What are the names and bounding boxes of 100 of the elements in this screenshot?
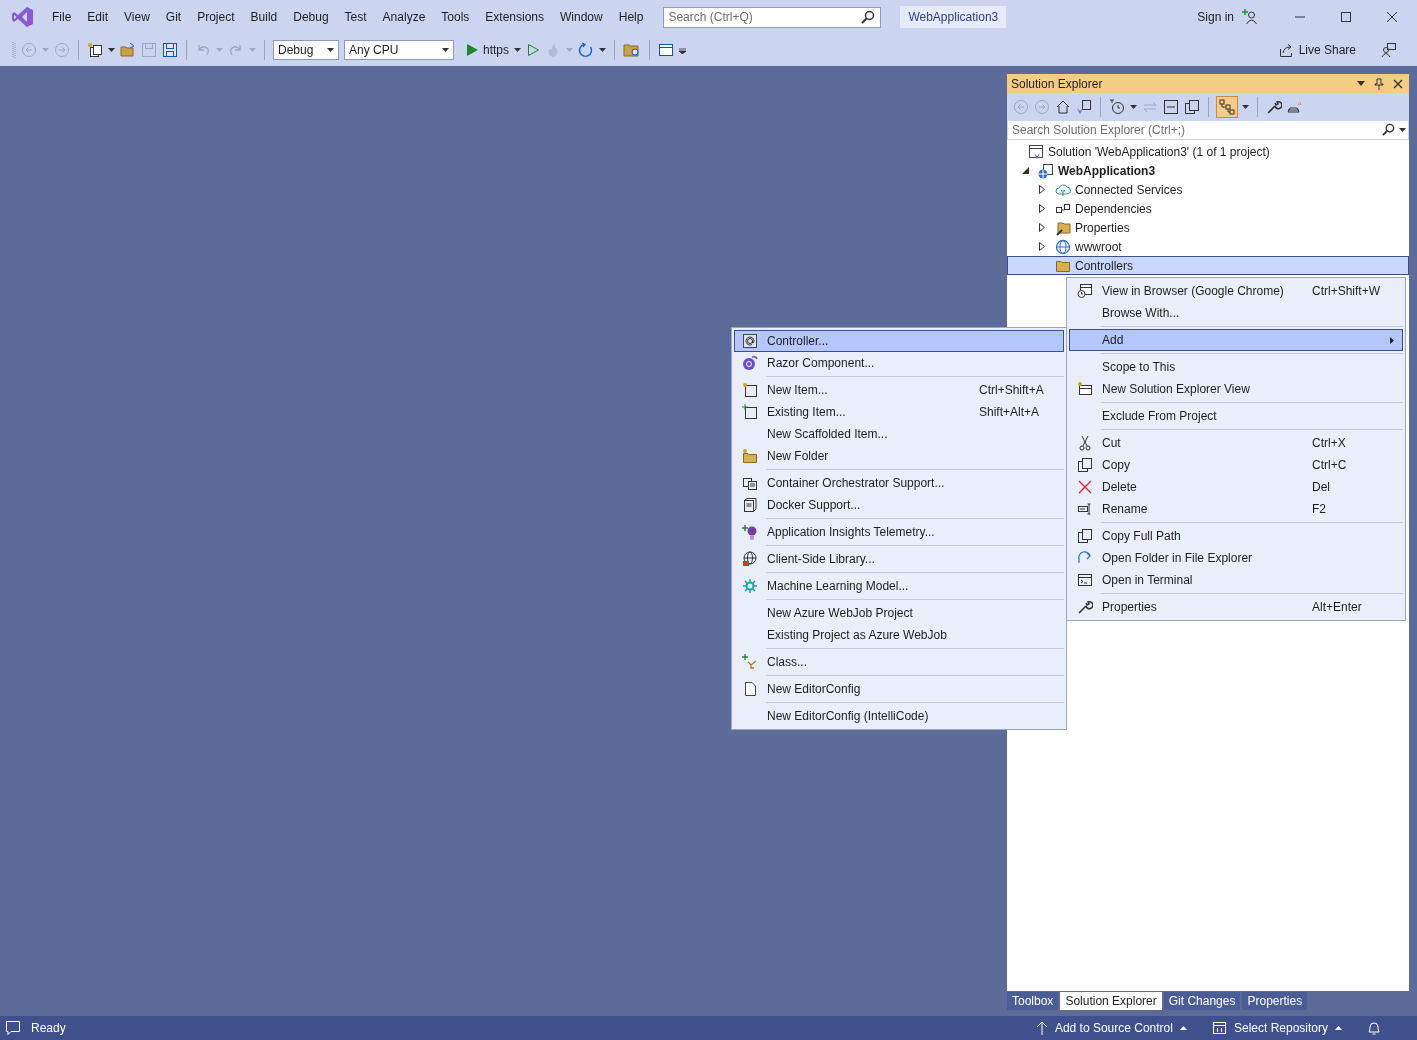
save-all-icon[interactable] [162, 42, 178, 58]
menu-item[interactable]: Debug [285, 10, 337, 24]
solution-search-field[interactable]: Search Solution Explorer (Ctrl+;) [1007, 120, 1409, 140]
caret-icon[interactable] [1242, 104, 1249, 109]
menu-item[interactable]: New Azure WebJob Project [734, 602, 1064, 624]
menu-item[interactable]: Copy Full Path [1069, 525, 1403, 547]
tree-item[interactable]: WebApplication3 [1007, 161, 1409, 180]
status-text: Ready [31, 1021, 66, 1035]
open-folder-icon[interactable] [120, 42, 136, 58]
menu-item[interactable]: Razor Component... [734, 352, 1064, 374]
bell-icon[interactable] [1367, 1020, 1381, 1036]
close-icon[interactable] [1386, 11, 1398, 23]
menu-item[interactable]: Open Folder in File Explorer [1069, 547, 1403, 569]
expand-arrow-icon[interactable] [1039, 223, 1045, 232]
expand-arrow-icon[interactable] [1039, 185, 1045, 194]
folder-search-icon[interactable] [623, 42, 641, 58]
overflow-icon[interactable] [679, 46, 686, 54]
run-target-button[interactable]: https [483, 43, 509, 57]
menu-item[interactable]: Scope to This [1069, 356, 1403, 378]
tree-item[interactable]: wwwroot [1007, 237, 1409, 256]
menu-item[interactable]: View in Browser (Google Chrome) Ctrl+Shift+W [1069, 280, 1403, 302]
configuration-dropdown[interactable]: Debug [273, 40, 339, 60]
menu-item[interactable]: Browse With... [1069, 302, 1403, 324]
platform-dropdown[interactable]: Any CPU [344, 40, 454, 60]
menu-item[interactable]: Controller... [734, 330, 1064, 352]
menu-item[interactable]: New Scaffolded Item... [734, 423, 1064, 445]
menu-item[interactable]: Rename F2 [1069, 498, 1403, 520]
caret-icon[interactable] [1399, 128, 1406, 132]
menu-item[interactable]: Extensions [477, 10, 553, 24]
menu-item[interactable]: Application Insights Telemetry... [734, 521, 1064, 543]
menu-item[interactable]: New EditorConfig (IntelliCode) [734, 705, 1064, 727]
dropdown-icon[interactable] [1357, 81, 1365, 86]
close-icon[interactable] [1393, 78, 1403, 89]
menu-item[interactable]: Class... [734, 651, 1064, 673]
copy-icon[interactable] [1184, 98, 1200, 115]
panel-tab[interactable]: Properties [1242, 992, 1308, 1010]
window-layout-icon[interactable] [658, 42, 674, 58]
panel-tab[interactable]: Solution Explorer [1060, 992, 1162, 1010]
caret-icon[interactable] [1130, 104, 1137, 109]
menu-item[interactable]: Cut Ctrl+X [1069, 432, 1403, 454]
menu-item[interactable]: New EditorConfig [734, 678, 1064, 700]
menu-item[interactable]: Git [157, 10, 190, 24]
menu-item[interactable]: Container Orchestrator Support... [734, 472, 1064, 494]
menu-item[interactable]: Add [1069, 329, 1403, 351]
menu-item[interactable]: Existing Item... Shift+Alt+A [734, 401, 1064, 423]
repository-button[interactable]: Select Repository [1211, 1021, 1342, 1035]
menu-item[interactable]: Open in Terminal [1069, 569, 1403, 591]
caret-icon[interactable] [599, 48, 606, 52]
menu-item[interactable]: Existing Project as Azure WebJob [734, 624, 1064, 646]
menu-item[interactable]: Analyze [374, 10, 434, 24]
menu-item[interactable]: Properties Alt+Enter [1069, 596, 1403, 618]
panel-tab[interactable]: Toolbox [1007, 992, 1059, 1010]
collapse-all-icon[interactable] [1163, 98, 1179, 115]
menu-item[interactable]: Window [552, 10, 611, 24]
play-icon[interactable] [465, 43, 479, 57]
panel-tab[interactable]: Git Changes [1163, 992, 1241, 1010]
tree-item[interactable]: Solution 'WebApplication3' (1 of 1 project) [1007, 142, 1409, 161]
terminal-icon [1077, 572, 1093, 588]
menu-item[interactable]: Delete Del [1069, 476, 1403, 498]
menu-item[interactable]: Tools [433, 10, 478, 24]
menu-item[interactable]: Build [242, 10, 286, 24]
expand-arrow-icon[interactable] [1039, 204, 1045, 213]
menu-item[interactable]: File [44, 10, 80, 24]
tree-view-icon[interactable] [1217, 96, 1237, 117]
menu-item[interactable]: Machine Learning Model... [734, 575, 1064, 597]
refresh-icon[interactable] [578, 42, 594, 58]
menu-item[interactable]: New Folder [734, 445, 1064, 467]
play-outline-icon[interactable] [526, 43, 540, 57]
menu-item[interactable]: View [116, 10, 158, 24]
sign-in-button[interactable]: Sign in [1197, 10, 1234, 24]
feedback-icon[interactable] [1381, 42, 1397, 58]
caret-icon[interactable] [108, 48, 115, 52]
menu-item[interactable]: New Solution Explorer View [1069, 378, 1403, 400]
source-control-button[interactable]: Add to Source Control [1035, 1021, 1187, 1035]
caret-icon[interactable] [514, 48, 521, 52]
menu-item[interactable]: Help [610, 10, 652, 24]
menu-item[interactable]: Copy Ctrl+C [1069, 454, 1403, 476]
tree-item[interactable]: Connected Services [1007, 180, 1409, 199]
menu-item[interactable]: Edit [79, 10, 117, 24]
history-icon[interactable] [1109, 98, 1125, 115]
live-share-button[interactable]: Live Share [1298, 43, 1356, 57]
tree-item[interactable]: Properties [1007, 218, 1409, 237]
properties-folder-icon [1055, 219, 1071, 236]
expand-arrow-icon[interactable] [1039, 242, 1045, 251]
menu-item[interactable]: New Item... Ctrl+Shift+A [734, 379, 1064, 401]
menu-item[interactable]: Docker Support... [734, 494, 1064, 516]
add-user-icon[interactable] [1242, 9, 1258, 25]
menu-item[interactable]: Project [189, 10, 243, 24]
new-project-icon[interactable] [87, 42, 103, 58]
tree-item[interactable]: Controllers [1007, 256, 1409, 275]
wrench-icon[interactable] [1266, 98, 1282, 115]
search-field[interactable]: Search (Ctrl+Q) [663, 6, 882, 28]
menu-item[interactable]: Client-Side Library... [734, 548, 1064, 570]
home-icon[interactable] [1055, 98, 1071, 115]
maximize-icon[interactable] [1340, 11, 1352, 23]
collapse-arrow-icon[interactable] [1022, 167, 1029, 174]
tree-item[interactable]: Dependencies [1007, 199, 1409, 218]
menu-item[interactable]: Test [336, 10, 375, 24]
menu-item[interactable]: Exclude From Project [1069, 405, 1403, 427]
pin-icon[interactable] [1374, 77, 1384, 90]
